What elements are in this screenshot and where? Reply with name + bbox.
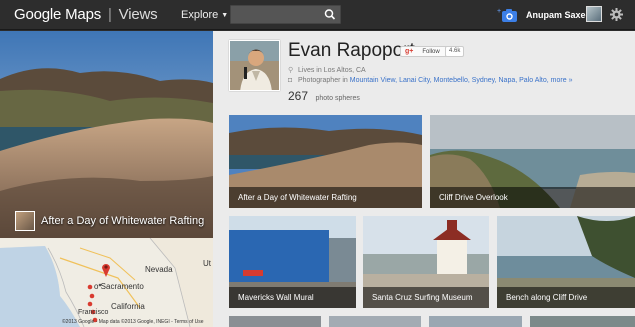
map-label-utah: Ut	[203, 259, 211, 268]
photo-tile-caption: Bench along Cliff Drive	[506, 293, 588, 302]
map-label-california: California	[111, 302, 145, 311]
photo-tile-caption: Santa Cruz Surfing Museum	[372, 293, 473, 302]
photo-tile[interactable]: Mavericks Wall Mural	[229, 216, 356, 308]
author-thumbnail	[15, 211, 35, 231]
photo-tile-caption: Cliff Drive Overlook	[439, 193, 508, 202]
top-bar: Google Maps | Views Explore ▼ + Anupam Sa…	[0, 0, 635, 30]
place-link[interactable]: Palo Alto,	[519, 77, 549, 84]
logo-maps: Maps	[65, 6, 102, 23]
more-places-link[interactable]: more »	[551, 77, 573, 84]
user-avatar[interactable]	[586, 6, 602, 22]
place-link[interactable]: Lanai City,	[399, 77, 432, 84]
featured-photo-caption[interactable]: After a Day of Whitewater Rafting	[15, 211, 204, 231]
photo-tile[interactable]	[329, 316, 421, 327]
google-maps-views-logo[interactable]: Google Maps | Views	[14, 6, 158, 23]
place-link[interactable]: Mountain View,	[350, 77, 397, 84]
photo-tile[interactable]: Santa Cruz Surfing Museum	[363, 216, 489, 308]
logo-views: Views	[118, 6, 158, 23]
location-pin-icon: ⚲	[288, 67, 294, 74]
sphere-count-value: 267	[288, 89, 309, 103]
map-label-nevada: Nevada	[145, 265, 173, 274]
sphere-count-label: photo spheres	[315, 95, 360, 102]
caret-down-icon: ▼	[221, 12, 229, 19]
photo-tile[interactable]	[229, 316, 321, 327]
featured-photo-image	[0, 31, 213, 238]
featured-photo-title: After a Day of Whitewater Rafting	[41, 215, 205, 227]
search-icon[interactable]	[320, 6, 340, 23]
map-pin-icon[interactable]	[101, 262, 111, 277]
search-box	[230, 5, 341, 24]
follower-count: 4.6k	[445, 46, 465, 57]
featured-photo-sphere[interactable]	[0, 31, 213, 238]
profile-name: Evan Rapoport	[288, 40, 415, 61]
explore-menu[interactable]: Explore ▼	[181, 9, 228, 21]
camera-icon: ◘	[288, 77, 293, 84]
photo-tile-caption: After a Day of Whitewater Rafting	[238, 193, 357, 202]
google-plus-icon: g+	[405, 48, 414, 55]
place-link[interactable]: Napa,	[499, 77, 518, 84]
photo-tile[interactable]	[429, 316, 522, 327]
explore-label: Explore	[181, 9, 219, 21]
photo-sphere-count: 267 photo spheres	[288, 87, 360, 105]
profile-places: ◘ Photographer in Mountain View, Lanai Ci…	[288, 77, 573, 84]
place-link[interactable]: Sydney,	[472, 77, 497, 84]
search-input[interactable]	[231, 6, 321, 23]
map-label-francisco: Francisco	[78, 309, 109, 316]
upload-camera-icon[interactable]: +	[497, 7, 518, 23]
photo-tile[interactable]: Bench along Cliff Drive	[497, 216, 635, 308]
map-label-sacramento: o Sacramento	[94, 282, 144, 291]
profile-panel: Evan Rapoport g+ Follow 4.6k ⚲ Lives in L…	[213, 31, 635, 327]
svg-text:+: +	[497, 8, 501, 15]
profile-photo	[230, 41, 279, 90]
photo-tile[interactable]: After a Day of Whitewater Rafting	[229, 115, 422, 208]
logo-google: Google	[14, 6, 62, 23]
photo-tile-caption: Mavericks Wall Mural	[238, 293, 314, 302]
follow-button[interactable]: g+ Follow	[400, 46, 450, 57]
follow-label: Follow	[422, 48, 440, 55]
logo-separator: |	[108, 6, 112, 23]
profile-avatar[interactable]	[229, 40, 280, 91]
place-link[interactable]: Montebello,	[434, 77, 470, 84]
map-attribution: ©2013 Google - Map data ©2013 Google, IN…	[62, 319, 204, 325]
photo-tile[interactable]: Cliff Drive Overlook	[430, 115, 635, 208]
gear-icon[interactable]	[610, 8, 623, 21]
photo-tile[interactable]	[530, 316, 635, 327]
profile-location: ⚲ Lives in Los Altos, CA	[288, 67, 366, 74]
